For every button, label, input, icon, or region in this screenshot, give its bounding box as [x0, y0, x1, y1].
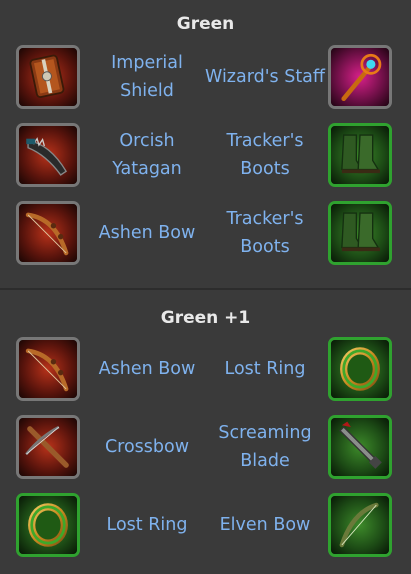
- item-row: Crossbow Screaming Blade: [0, 412, 411, 482]
- crossbow-icon[interactable]: [16, 415, 80, 479]
- imperial-shield-icon[interactable]: [16, 45, 80, 109]
- section-green-plus-1: Green +1 Ashen Bow Lost Ring Crossbow Sc…: [0, 290, 411, 574]
- item-name: Orcish Yatagan: [112, 131, 182, 179]
- ashen-bow-icon[interactable]: [16, 337, 80, 401]
- wizards-staff-icon[interactable]: [328, 45, 392, 109]
- elven-bow-icon[interactable]: [328, 493, 392, 557]
- item-name: Ashen Bow: [98, 223, 196, 243]
- section-title: Green +1: [160, 308, 251, 328]
- item-name: Ashen Bow: [98, 359, 196, 379]
- lost-ring-icon[interactable]: [16, 493, 80, 557]
- item-row: Orcish Yatagan Tracker's Boots: [0, 120, 411, 190]
- item-row: Ashen Bow Lost Ring: [0, 334, 411, 404]
- section-title: Green: [176, 14, 235, 34]
- item-name: Wizard's Staff: [205, 67, 325, 87]
- screaming-blade-icon[interactable]: [328, 415, 392, 479]
- orcish-yatagan-icon[interactable]: [16, 123, 80, 187]
- item-row: Imperial Shield Wizard's Staff: [0, 42, 411, 112]
- item-name: Crossbow: [104, 437, 190, 457]
- item-name: Tracker's Boots: [226, 209, 304, 257]
- item-name: Elven Bow: [219, 515, 311, 535]
- item-row: Ashen Bow Tracker's Boots: [0, 198, 411, 268]
- lost-ring-icon[interactable]: [328, 337, 392, 401]
- item-name: Tracker's Boots: [226, 131, 304, 179]
- item-name: Lost Ring: [106, 515, 188, 535]
- trackers-boots-icon[interactable]: [328, 123, 392, 187]
- item-name: Screaming Blade: [218, 423, 312, 471]
- trackers-boots-icon[interactable]: [328, 201, 392, 265]
- item-name: Imperial Shield: [111, 53, 183, 101]
- ashen-bow-icon[interactable]: [16, 201, 80, 265]
- item-name: Lost Ring: [224, 359, 306, 379]
- section-green: Green Imperial Shield Wizard's Staff Orc…: [0, 0, 411, 288]
- item-row: Lost Ring Elven Bow: [0, 490, 411, 560]
